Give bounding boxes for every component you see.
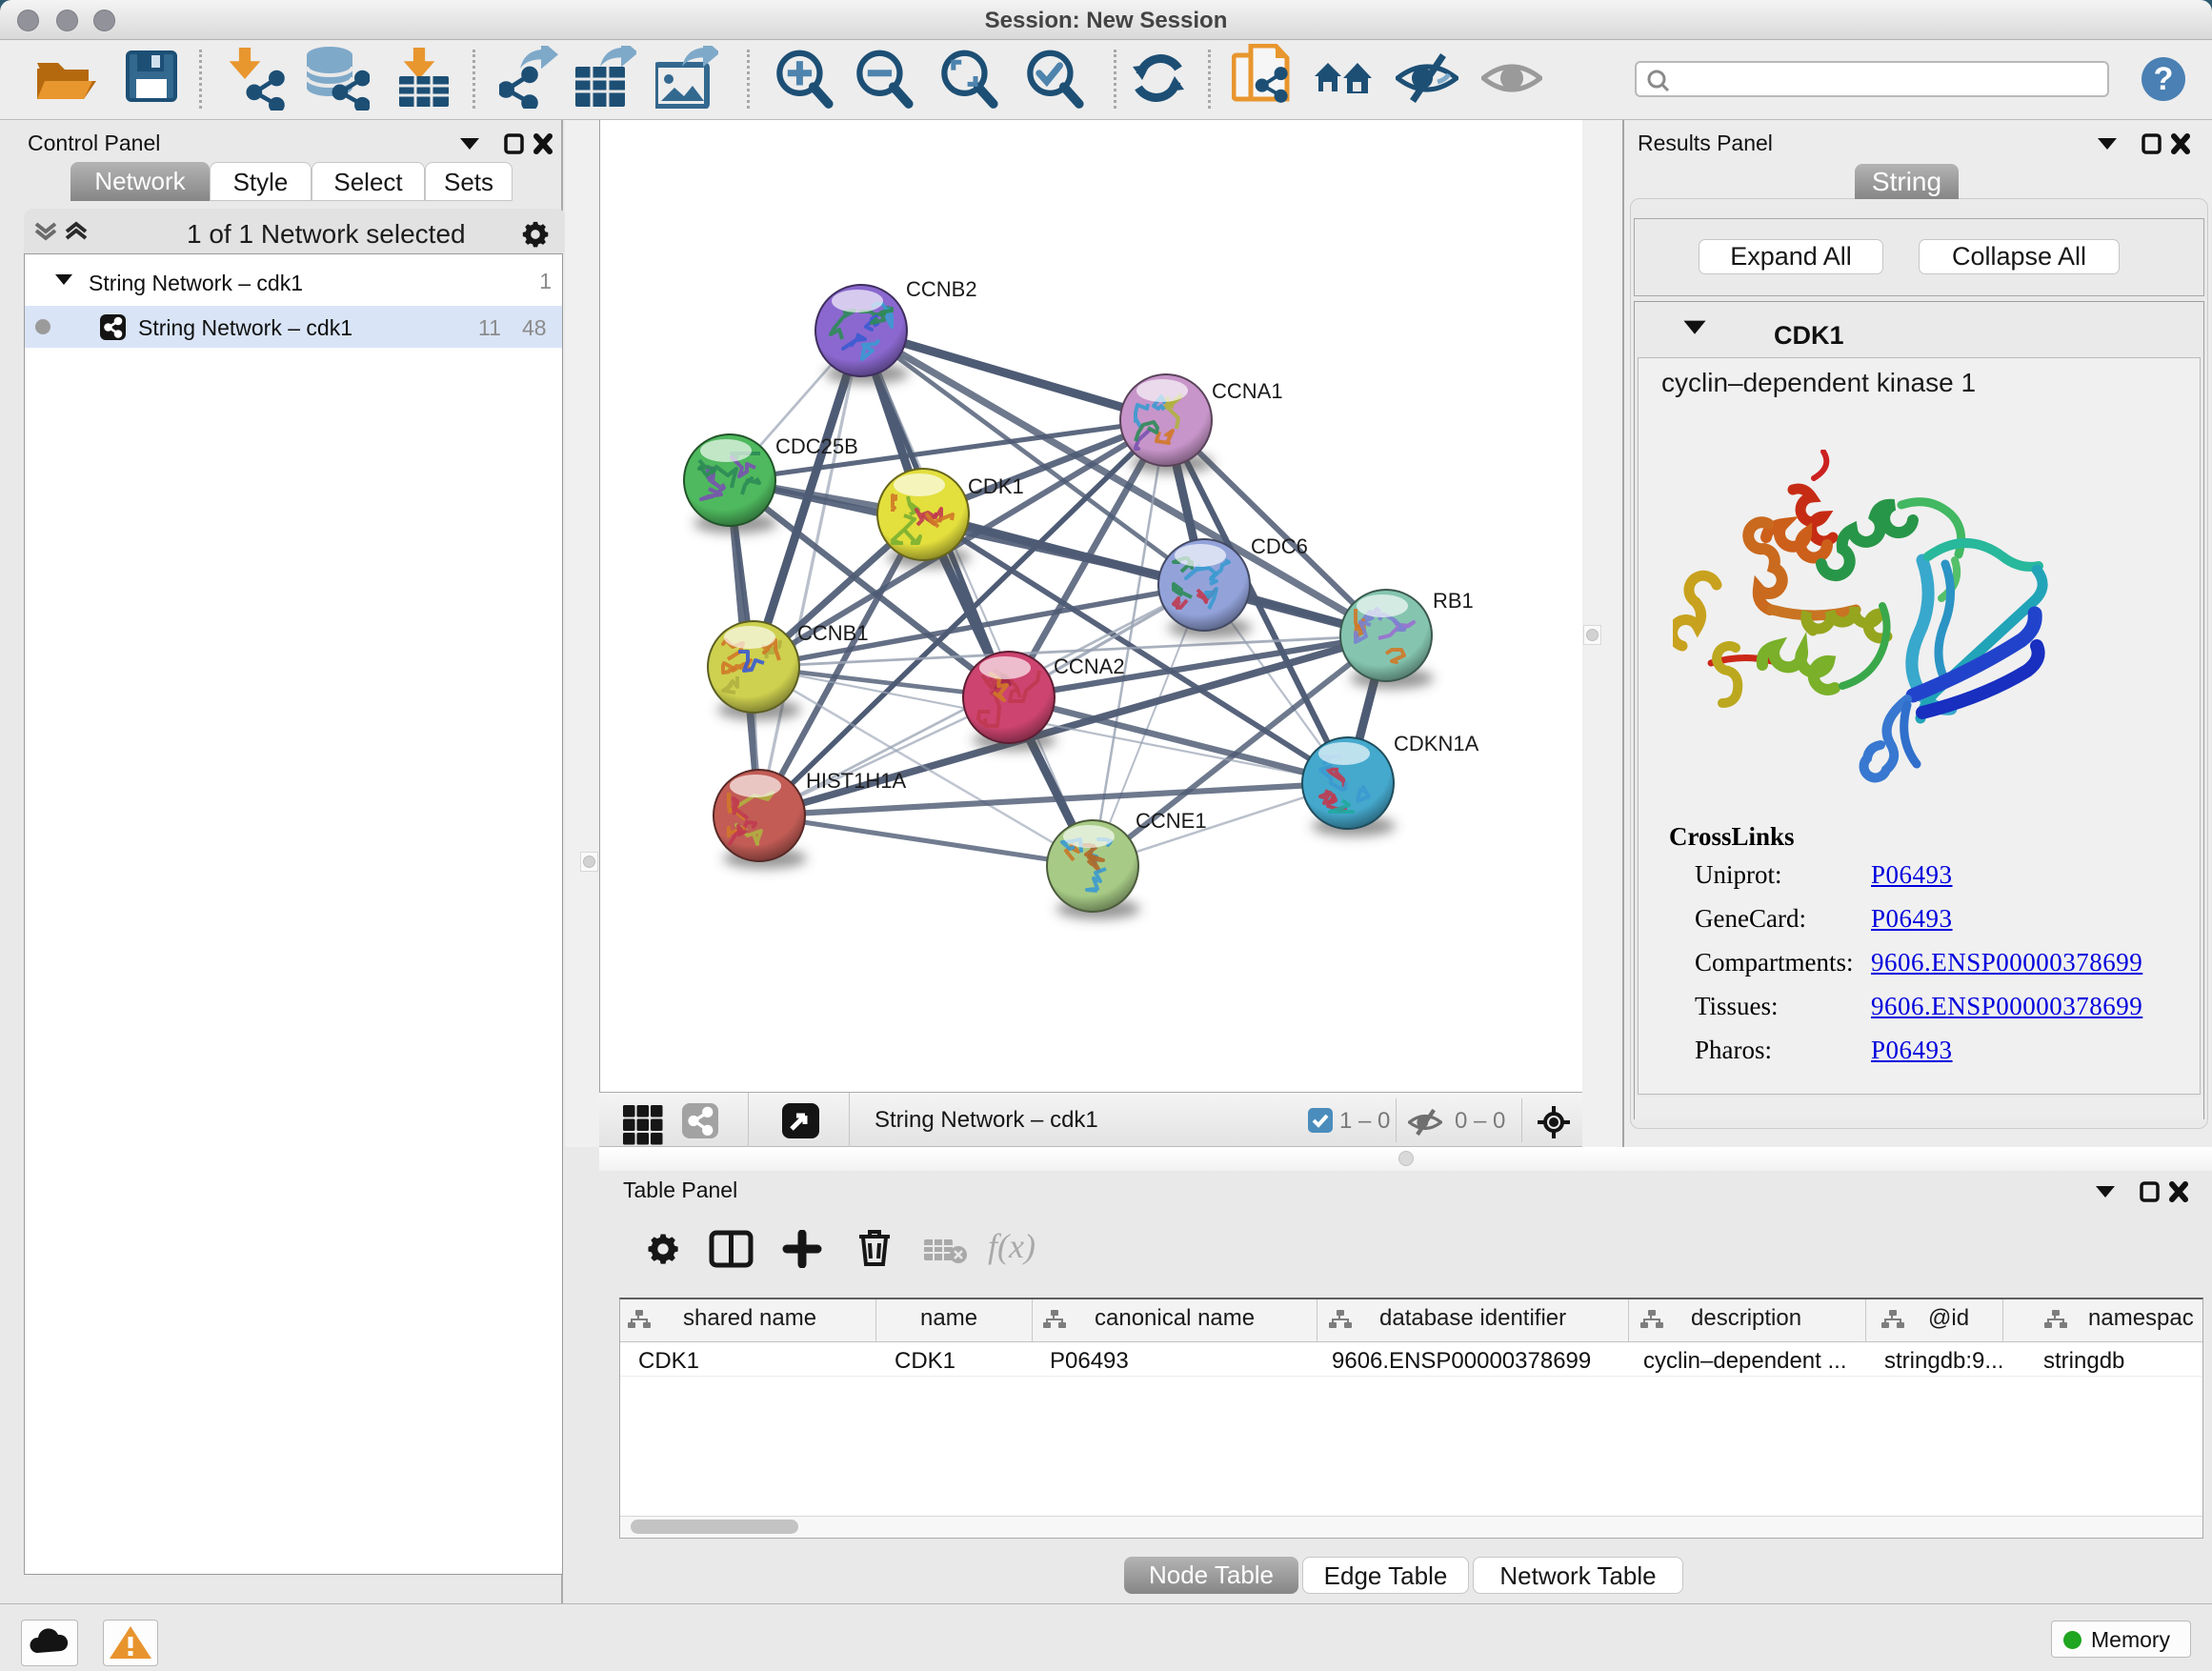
svg-text:CCNB1: CCNB1 [797, 621, 869, 645]
svg-text:CCNE1: CCNE1 [1136, 809, 1207, 833]
svg-text:CCNA2: CCNA2 [1054, 654, 1125, 678]
svg-text:HIST1H1A: HIST1H1A [806, 769, 906, 793]
svg-text:CCNA1: CCNA1 [1212, 379, 1283, 403]
svg-text:CDC25B: CDC25B [775, 434, 858, 458]
svg-text:CCNB2: CCNB2 [906, 277, 977, 301]
svg-text:CDC6: CDC6 [1251, 534, 1308, 558]
svg-text:CDKN1A: CDKN1A [1394, 732, 1479, 755]
svg-text:RB1: RB1 [1433, 589, 1474, 613]
svg-text:CDK1: CDK1 [968, 474, 1024, 498]
